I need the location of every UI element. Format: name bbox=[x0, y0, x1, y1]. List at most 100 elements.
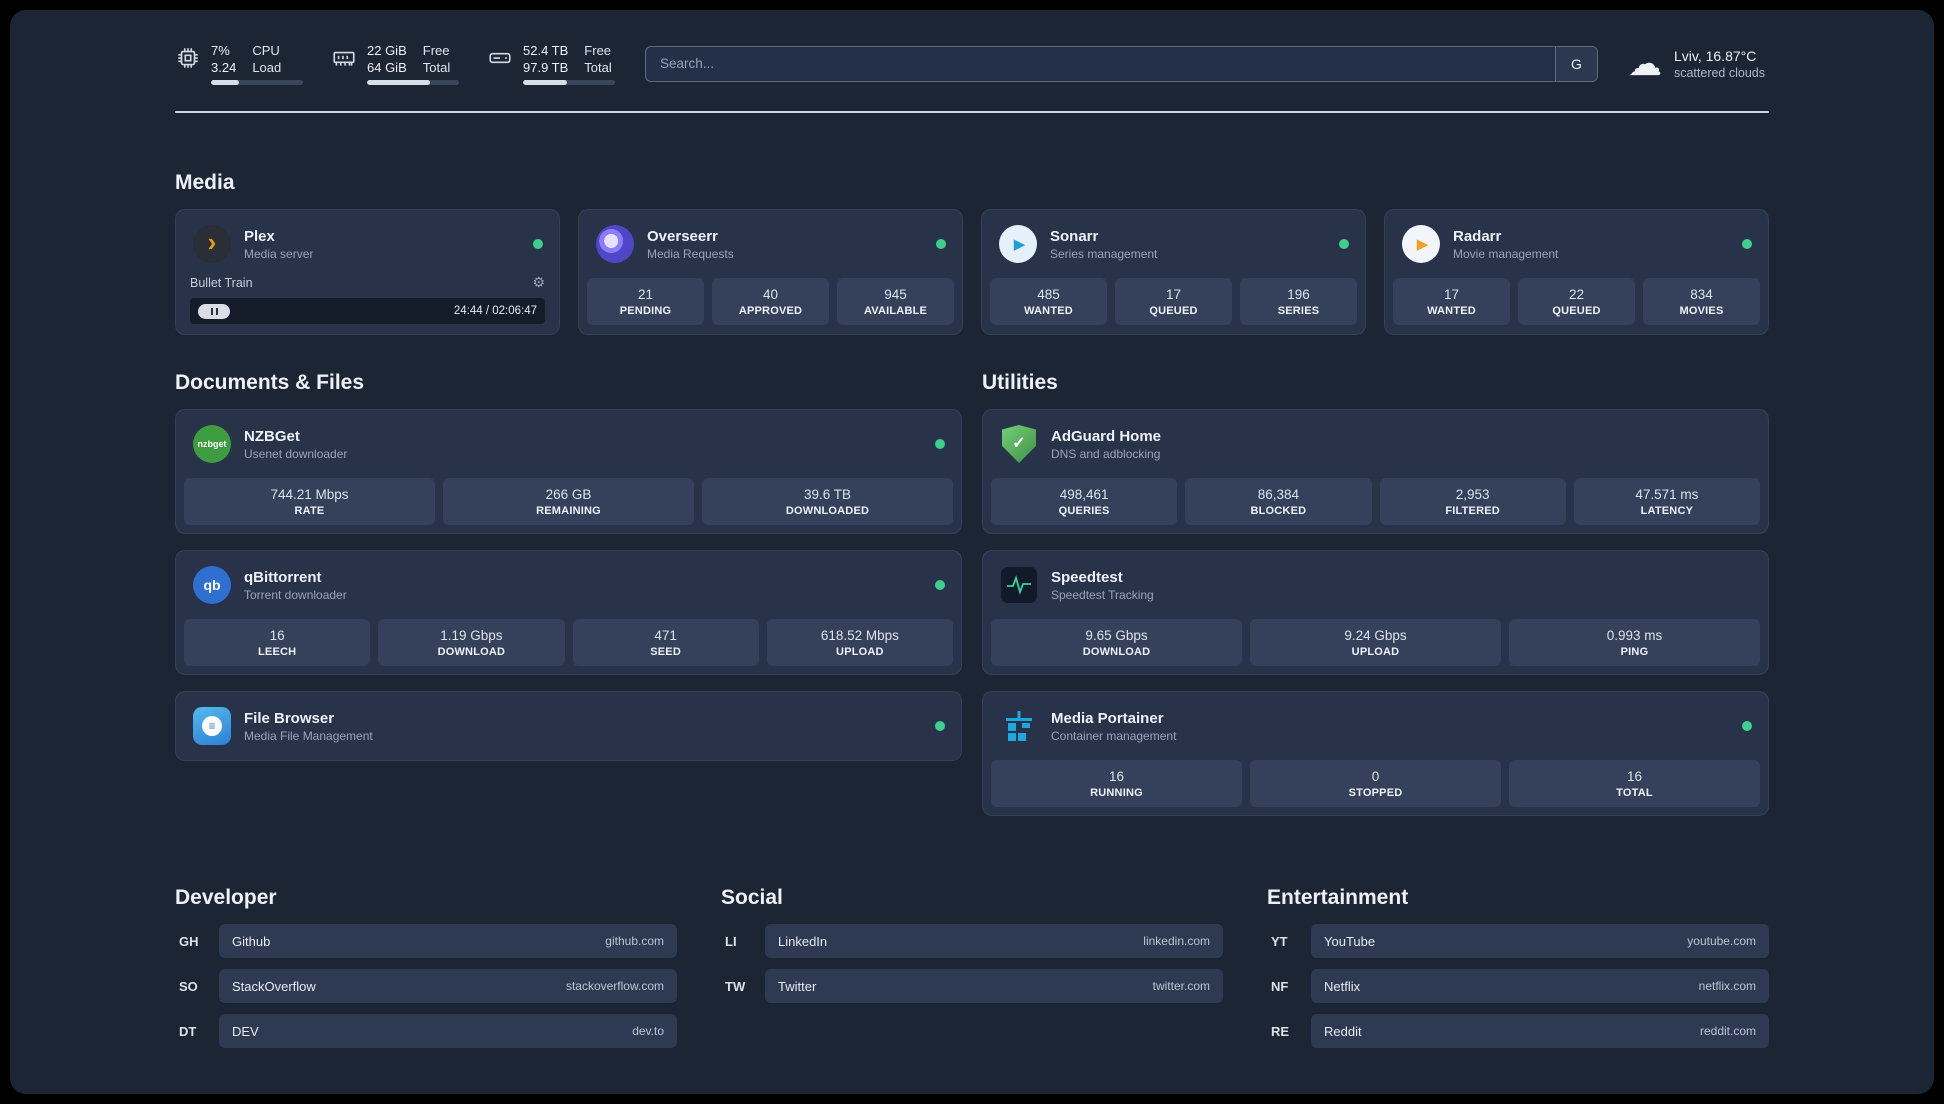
bookmark-abbr: TW bbox=[725, 978, 746, 994]
stat-movies: 834 MOVIES bbox=[1643, 278, 1760, 325]
status-dot bbox=[935, 439, 945, 449]
stat-queued: 22 QUEUED bbox=[1518, 278, 1635, 325]
bookmark-github[interactable]: GH Github github.com bbox=[175, 924, 677, 958]
bookmark-url: dev.to bbox=[632, 1024, 664, 1038]
bookmark-url: linkedin.com bbox=[1143, 934, 1210, 948]
stat-available: 945 AVAILABLE bbox=[837, 278, 954, 325]
cloud-icon: ☁ bbox=[1627, 44, 1662, 83]
service-link-sonarr[interactable]: ▶ Sonarr Series management bbox=[990, 218, 1357, 270]
search-input[interactable] bbox=[646, 46, 1555, 81]
player-time: 24:44 / 02:06:47 bbox=[453, 305, 537, 317]
bookmark-name: StackOverflow bbox=[232, 978, 316, 994]
cpu-label: CPU bbox=[252, 43, 280, 58]
service-title: Speedtest bbox=[1051, 568, 1123, 586]
pause-button[interactable] bbox=[198, 303, 230, 319]
service-link-radarr[interactable]: ▶ Radarr Movie management bbox=[1393, 218, 1760, 270]
stat-remaining: 266 GB REMAINING bbox=[443, 478, 694, 525]
bookmark-url: stackoverflow.com bbox=[565, 979, 664, 993]
stat-downloaded: 39.6 TB DOWNLOADED bbox=[702, 478, 953, 525]
bookmark-stackoverflow[interactable]: SO StackOverflow stackoverflow.com bbox=[175, 969, 677, 1003]
bookmark-abbr: LI bbox=[725, 933, 737, 949]
stat-download: 1.19 Gbps DOWNLOAD bbox=[378, 619, 565, 666]
stat-total: 16 TOTAL bbox=[1509, 760, 1760, 807]
section-title-social: Social bbox=[721, 886, 783, 909]
status-dot bbox=[935, 721, 945, 731]
stat-latency: 47.571 ms LATENCY bbox=[1573, 478, 1760, 525]
filebrowser-icon: ≡ bbox=[193, 707, 231, 745]
disk-total-value: 97.9 TB bbox=[523, 60, 569, 75]
bookmark-url: netflix.com bbox=[1698, 979, 1756, 993]
cpu-percent: 7% bbox=[211, 43, 230, 58]
status-dot bbox=[936, 239, 946, 249]
service-link-portainer[interactable]: Media Portainer Container management bbox=[991, 700, 1760, 752]
disk-icon bbox=[487, 45, 513, 71]
stat-queries: 498,461 QUERIES bbox=[991, 478, 1178, 525]
bookmark-twitter[interactable]: TW Twitter twitter.com bbox=[721, 969, 1223, 1003]
bookmark-youtube[interactable]: YT YouTube youtube.com bbox=[1267, 924, 1769, 958]
stat-stopped: 0 STOPPED bbox=[1250, 760, 1501, 807]
service-subtitle: Torrent downloader bbox=[244, 587, 347, 602]
service-link-overseerr[interactable]: Overseerr Media Requests bbox=[587, 218, 954, 270]
memory-widget: 22 GiB 64 GiB Free Total bbox=[331, 42, 459, 85]
service-link-speedtest[interactable]: Speedtest Speedtest Tracking bbox=[991, 559, 1760, 611]
service-link-plex[interactable]: › Plex Media server bbox=[184, 218, 551, 270]
bookmark-linkedin[interactable]: LI LinkedIn linkedin.com bbox=[721, 924, 1223, 958]
section-media: Media › Plex Media server Bullet Train ⚙… bbox=[175, 171, 1769, 335]
bookmark-netflix[interactable]: NF Netflix netflix.com bbox=[1267, 969, 1769, 1003]
section-documents: Documents & Files nzbget NZBGet Usenet d… bbox=[175, 371, 962, 816]
memory-icon bbox=[331, 45, 357, 71]
stat-download: 9.65 Gbps DOWNLOAD bbox=[991, 619, 1242, 666]
status-dot bbox=[533, 239, 543, 249]
stat-filtered: 2,953 FILTERED bbox=[1379, 478, 1566, 525]
stat-ping: 0.993 ms PING bbox=[1509, 619, 1760, 666]
service-title: File Browser bbox=[244, 709, 335, 727]
speedtest-icon bbox=[1000, 566, 1038, 604]
service-link-nzbget[interactable]: nzbget NZBGet Usenet downloader bbox=[184, 418, 953, 470]
topbar: 7% 3.24 CPU Load 22 GiB 64 GiB Free Tota… bbox=[10, 10, 1934, 101]
bookmark-name: Github bbox=[232, 933, 271, 949]
portainer-card: Media Portainer Container management 16 … bbox=[982, 691, 1769, 816]
qbittorrent-icon: qb bbox=[193, 566, 231, 604]
adguard-shield-icon: ✓ bbox=[1002, 425, 1036, 463]
stat-wanted: 485 WANTED bbox=[990, 278, 1107, 325]
section-title-documents: Documents & Files bbox=[175, 371, 365, 394]
portainer-icon bbox=[1000, 707, 1038, 745]
radarr-card: ▶ Radarr Movie management 17 WANTED 22 Q… bbox=[1384, 209, 1769, 335]
service-link-filebrowser[interactable]: ≡ File Browser Media File Management bbox=[184, 700, 953, 752]
bookmark-url: github.com bbox=[605, 934, 664, 948]
gear-icon[interactable]: ⚙ bbox=[532, 274, 545, 291]
bookmark-reddit[interactable]: RE Reddit reddit.com bbox=[1267, 1014, 1769, 1048]
service-link-qbittorrent[interactable]: qb qBittorrent Torrent downloader bbox=[184, 559, 953, 611]
memory-free-label: Free bbox=[422, 43, 450, 58]
service-subtitle: Usenet downloader bbox=[244, 446, 348, 461]
section-utilities: Utilities ✓ AdGuard Home DNS and adblock… bbox=[982, 371, 1769, 816]
disk-widget: 52.4 TB 97.9 TB Free Total bbox=[487, 42, 615, 85]
service-subtitle: Media Requests bbox=[647, 246, 734, 261]
stat-leech: 16 LEECH bbox=[184, 619, 371, 666]
overseerr-icon bbox=[596, 225, 634, 263]
bookmark-abbr: YT bbox=[1271, 933, 1288, 949]
search-provider-button[interactable]: G bbox=[1554, 46, 1597, 81]
weather-location: Lviv, 16.87°C bbox=[1673, 47, 1757, 64]
disk-free-value: 52.4 TB bbox=[523, 43, 569, 58]
section-social: Social LI LinkedIn linkedin.com TW Twitt… bbox=[721, 886, 1223, 1048]
stat-upload: 618.52 Mbps UPLOAD bbox=[766, 619, 953, 666]
status-dot bbox=[1742, 721, 1752, 731]
bookmark-abbr: DT bbox=[179, 1023, 197, 1039]
service-link-adguard[interactable]: ✓ AdGuard Home DNS and adblocking bbox=[991, 418, 1760, 470]
section-developer: Developer GH Github github.com SO StackO… bbox=[175, 886, 677, 1048]
plex-icon: › bbox=[193, 225, 231, 263]
memory-total-label: Total bbox=[422, 60, 451, 75]
service-subtitle: Speedtest Tracking bbox=[1051, 587, 1154, 602]
service-title: Media Portainer bbox=[1051, 709, 1164, 727]
plex-now-playing: Bullet Train ⚙ 24:44 / 02:06:47 bbox=[184, 272, 551, 326]
bookmark-dev[interactable]: DT DEV dev.to bbox=[175, 1014, 677, 1048]
disk-total-label: Total bbox=[584, 60, 612, 75]
dashboard-root: 7% 3.24 CPU Load 22 GiB 64 GiB Free Tota… bbox=[10, 10, 1934, 1094]
memory-progress-bar bbox=[367, 80, 459, 85]
cpu-load-label: Load bbox=[252, 60, 282, 75]
search-bar: G bbox=[645, 45, 1598, 82]
resource-widgets: 7% 3.24 CPU Load 22 GiB 64 GiB Free Tota… bbox=[175, 42, 615, 85]
disk-free-label: Free bbox=[584, 43, 612, 58]
nzbget-card: nzbget NZBGet Usenet downloader 744.21 M… bbox=[175, 409, 962, 534]
